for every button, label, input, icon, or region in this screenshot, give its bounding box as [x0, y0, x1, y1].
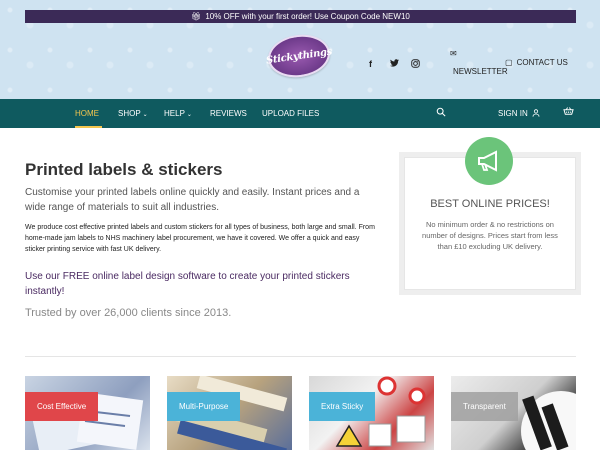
nav-reviews-label: REVIEWS: [210, 109, 247, 118]
nav-item-home[interactable]: HOME: [75, 99, 102, 128]
lead-paragraph: Customise your printed labels online qui…: [25, 187, 360, 213]
nav-item-reviews[interactable]: REVIEWS: [210, 99, 247, 128]
price-card-text: No minimum order & no restrictions on nu…: [422, 220, 558, 251]
nav-item-help[interactable]: HELP ⌄: [164, 99, 192, 128]
newsletter-label: NEWSLETTER: [453, 67, 508, 76]
sign-in-label: SIGN IN: [498, 109, 528, 118]
tile-cost-effective[interactable]: Cost Effective: [25, 376, 150, 450]
nav-item-upload-files[interactable]: UPLOAD FILES: [262, 99, 319, 128]
tile-transparent[interactable]: Transparent: [451, 376, 576, 450]
nav-shop-label: SHOP: [118, 109, 141, 118]
gift-icon: 🎁︎: [191, 12, 202, 21]
nav-home-label: HOME: [75, 109, 99, 118]
tile-extra-sticky[interactable]: Extra Sticky: [309, 376, 434, 450]
nav-item-shop[interactable]: SHOP ⌄: [118, 99, 148, 128]
user-icon: [530, 109, 540, 118]
main-navbar: HOME SHOP ⌄ HELP ⌄ REVIEWS UPLOAD FILES SI…: [0, 99, 600, 128]
sign-in-link[interactable]: SIGN IN: [498, 99, 540, 128]
envelope-icon: ✉: [450, 49, 457, 58]
tile-label: Extra Sticky: [309, 392, 376, 421]
facebook-icon[interactable]: f: [369, 59, 372, 69]
instagram-icon[interactable]: [411, 59, 420, 70]
logo-badge: Stickythings: [265, 30, 333, 82]
promo-text: 10% OFF with your first order! Use Coupo…: [205, 12, 410, 21]
logo-text: Stickythings: [265, 45, 333, 67]
twitter-icon[interactable]: [390, 59, 399, 69]
contact-label: CONTACT US: [516, 58, 568, 67]
promo-bar[interactable]: 🎁︎ 10% OFF with your first order! Use Co…: [25, 10, 576, 23]
cart-icon[interactable]: [563, 107, 574, 120]
tile-label: Transparent: [451, 392, 518, 421]
megaphone-icon: [465, 137, 513, 185]
trusted-by-text: Trusted by over 26,000 clients since 201…: [25, 307, 232, 319]
tile-label: Multi-Purpose: [167, 392, 241, 421]
search-icon[interactable]: [436, 107, 446, 120]
tile-label: Cost Effective: [25, 392, 99, 421]
page-title: Printed labels & stickers: [25, 160, 223, 179]
section-divider: [25, 356, 576, 357]
tile-multi-purpose[interactable]: Multi-Purpose: [167, 376, 292, 450]
chat-icon: ▢: [505, 58, 513, 67]
price-card-title: BEST ONLINE PRICES!: [430, 198, 550, 210]
design-software-paragraph: Use our FREE online label design softwar…: [25, 271, 350, 297]
contact-link[interactable]: ▢ CONTACT US: [505, 58, 568, 67]
nav-help-label: HELP: [164, 109, 185, 118]
chevron-down-icon: ⌄: [142, 112, 148, 118]
chevron-down-icon: ⌄: [186, 112, 192, 118]
site-logo[interactable]: Stickythings: [264, 30, 334, 82]
nav-upload-label: UPLOAD FILES: [262, 109, 320, 118]
body-paragraph: We produce cost effective printed labels…: [25, 224, 375, 253]
